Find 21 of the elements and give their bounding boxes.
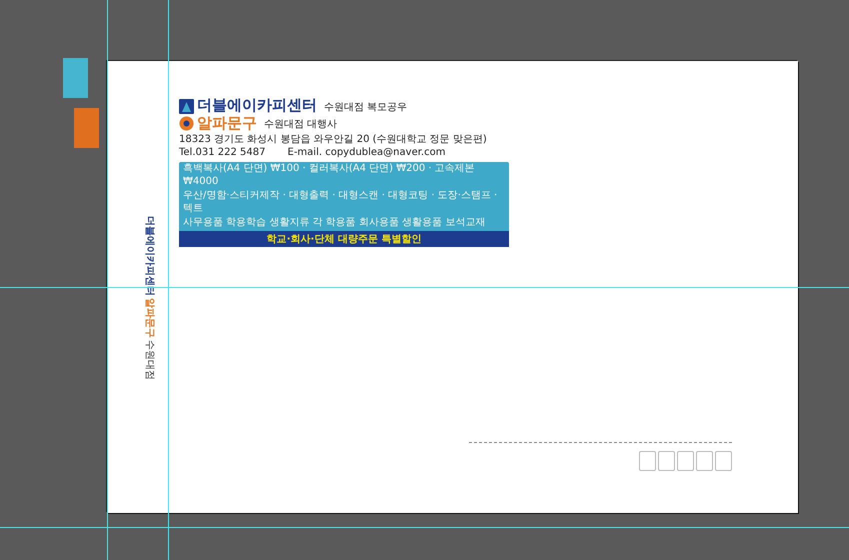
postal-code-box (658, 451, 675, 471)
brand-tagline: 수원대점 복모공우 (324, 100, 408, 114)
postal-code-box (639, 451, 656, 471)
email-text: E-mail. copydublea@naver.com (288, 147, 446, 158)
postal-code-box (696, 451, 713, 471)
banner-text: 우산/명함·스티커제작 · 대형출력 · 대형스캔 · 대형코팅 · 도장·스탬프 · 텍트 (182, 189, 498, 216)
side-tagline: 수원대점 (144, 340, 154, 380)
brand-logo-icon (179, 98, 194, 114)
banner-text: 흑백복사(A4 단면) ₩100 · 컬러복사(A4 단면) ₩200 · 고속제본 ₩4000 (182, 162, 476, 188)
side-brand-name: 더블에이카피센터 (144, 216, 154, 296)
brand-name: 더블에이카피센터 (197, 97, 317, 114)
phone-text: Tel.031 222 5487 (179, 147, 266, 158)
banner-footer: 학교·회사·단체 대량주문 특별할인 (179, 230, 509, 246)
brand-logo-icon (179, 116, 194, 131)
brand-tagline: 수원대점 대행사 (264, 118, 338, 131)
side-brand-name: 알파문구 (144, 298, 154, 338)
banner-text: 사무용품 학용학습 생활지류 각 학용품 회사용품 생활용품 보석교재 (182, 216, 486, 230)
postal-code-box (677, 451, 694, 471)
address-text: 18323 경기도 화성시 봉담읍 와우안길 20 (수원대학교 정문 맞은편) (179, 133, 488, 146)
postal-code-box (715, 451, 732, 471)
brand-name: 알파문구 (197, 114, 257, 131)
